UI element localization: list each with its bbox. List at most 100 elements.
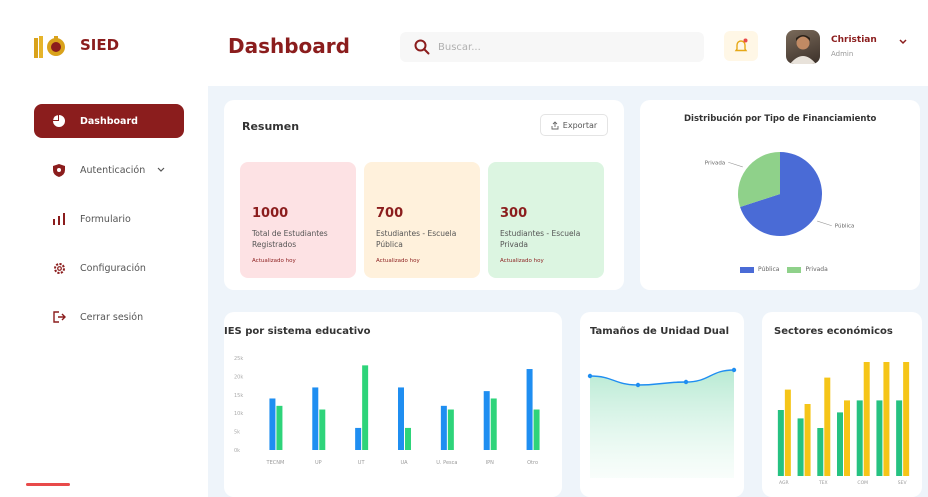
unidad-dual-card: Tamaños de Unidad Dual bbox=[580, 312, 744, 497]
line-point[interactable] bbox=[587, 373, 593, 379]
bar[interactable] bbox=[844, 400, 850, 476]
legend-label: Privada bbox=[805, 266, 828, 273]
bar[interactable] bbox=[440, 405, 447, 450]
sidebar-item-label: Autenticación bbox=[80, 164, 146, 176]
search-bar[interactable] bbox=[400, 32, 704, 62]
legend-swatch-privada bbox=[787, 266, 802, 273]
stat-label: Estudiantes - Escuela Pública bbox=[376, 229, 457, 249]
pie-leader-line bbox=[728, 161, 743, 168]
ies-bar-chart: 25k 20k 15k 10k 5k 0k TECNM UP UT UA U. Pesca IPN Ot… bbox=[234, 356, 540, 466]
x-tick-label: IPN bbox=[486, 460, 494, 466]
user-photo-icon bbox=[790, 35, 816, 64]
app-logo-text: SIED bbox=[80, 36, 120, 54]
bar[interactable] bbox=[526, 369, 533, 450]
stat-value: 300 bbox=[500, 206, 528, 221]
ies-chart-card: IES por sistema educativo 25k 20k 15k 10k 5k… bbox=[224, 312, 562, 497]
x-tick-label: TEX bbox=[818, 480, 828, 486]
bar[interactable] bbox=[863, 362, 870, 476]
legend-swatch-publica bbox=[740, 266, 754, 273]
pie-leader-line bbox=[817, 220, 832, 227]
pie-slice-label: Pública bbox=[835, 223, 855, 230]
sidebar-item-cerrar-sesion[interactable]: Cerrar sesión bbox=[34, 300, 184, 334]
bar[interactable] bbox=[483, 391, 490, 450]
x-tick-label: U. Pesca bbox=[436, 460, 457, 466]
line-point[interactable] bbox=[683, 379, 689, 385]
y-tick-label: 10k bbox=[234, 411, 243, 417]
resumen-title: Resumen bbox=[242, 120, 300, 133]
pie-chart: Pública Privada bbox=[705, 152, 855, 236]
sidebar-item-label: Dashboard bbox=[80, 115, 138, 127]
bar[interactable] bbox=[490, 398, 497, 450]
export-icon bbox=[551, 120, 559, 129]
bar[interactable] bbox=[362, 365, 369, 450]
sidebar-item-dashboard[interactable]: Dashboard bbox=[34, 104, 184, 138]
notifications-button[interactable] bbox=[724, 31, 758, 61]
sidebar-item-configuracion[interactable]: Configuración bbox=[34, 251, 184, 285]
stat-label: Estudiantes - Escuela Privada bbox=[500, 229, 581, 249]
export-button[interactable]: Exportar bbox=[540, 114, 608, 136]
line-point[interactable] bbox=[635, 382, 641, 388]
bar[interactable] bbox=[883, 362, 890, 476]
bar[interactable] bbox=[804, 404, 811, 476]
bar[interactable] bbox=[319, 409, 326, 450]
x-tick-label: UP bbox=[315, 460, 322, 466]
shield-icon bbox=[52, 163, 66, 177]
stat-card-total: 1000 Total de Estudiantes Registrados Ac… bbox=[240, 162, 356, 278]
x-tick-label: SEV bbox=[898, 480, 908, 486]
bar[interactable] bbox=[312, 387, 319, 450]
x-tick-label: UA bbox=[400, 460, 408, 466]
stat-value: 700 bbox=[376, 206, 404, 221]
logo-icon bbox=[34, 36, 65, 58]
pie-legend: Pública Privada bbox=[740, 266, 828, 273]
bar[interactable] bbox=[856, 400, 863, 476]
bar[interactable] bbox=[276, 405, 283, 450]
bar[interactable] bbox=[447, 409, 454, 450]
stat-updated: Actualizado hoy bbox=[376, 258, 420, 264]
bar[interactable] bbox=[405, 427, 411, 450]
x-tick-label: UT bbox=[358, 460, 366, 466]
bar[interactable] bbox=[876, 400, 883, 476]
line-area bbox=[590, 370, 734, 478]
chevron-down-icon[interactable] bbox=[898, 38, 908, 46]
avatar[interactable] bbox=[786, 30, 820, 64]
user-name[interactable]: Christian bbox=[831, 35, 877, 45]
sidebar-item-label: Formulario bbox=[80, 213, 131, 225]
bar[interactable] bbox=[398, 387, 404, 450]
bar[interactable] bbox=[533, 409, 540, 450]
sidebar-item-formulario[interactable]: Formulario bbox=[34, 202, 184, 236]
bar[interactable] bbox=[355, 427, 362, 450]
ies-chart-title: IES por sistema educativo bbox=[224, 326, 371, 337]
bar[interactable] bbox=[797, 418, 804, 476]
sectores-bar-chart: AGR TEX COM SEV bbox=[777, 362, 910, 486]
pie-chart-title: Distribución por Tipo de Financiamiento bbox=[684, 114, 877, 124]
y-tick-label: 25k bbox=[234, 356, 243, 362]
line-point[interactable] bbox=[731, 367, 737, 373]
bar[interactable] bbox=[837, 412, 843, 476]
bell-icon bbox=[734, 38, 748, 52]
x-tick-label: COM bbox=[857, 480, 868, 486]
stat-updated: Actualizado hoy bbox=[252, 258, 296, 264]
pie-chart-card: Distribución por Tipo de Financiamiento … bbox=[640, 100, 920, 290]
bar[interactable] bbox=[824, 377, 831, 476]
search-icon bbox=[414, 39, 430, 55]
sectores-chart-title: Sectores económicos bbox=[774, 326, 893, 337]
sectores-card: Sectores económicos AGR TEX COM SEV bbox=[762, 312, 922, 497]
bar[interactable] bbox=[903, 362, 910, 476]
logout-icon bbox=[52, 310, 66, 324]
stat-card-publica: 700 Estudiantes - Escuela Pública Actual… bbox=[364, 162, 480, 278]
bar[interactable] bbox=[896, 400, 903, 476]
export-label: Exportar bbox=[562, 120, 598, 130]
search-input[interactable] bbox=[438, 38, 688, 56]
bar[interactable] bbox=[817, 428, 824, 476]
x-tick-label: AGR bbox=[779, 480, 789, 486]
bar-chart-icon bbox=[52, 212, 66, 226]
sidebar-item-autenticacion[interactable]: Autenticación bbox=[34, 153, 184, 187]
bar[interactable] bbox=[784, 389, 791, 476]
x-tick-label: Otro bbox=[527, 460, 538, 466]
stat-updated: Actualizado hoy bbox=[500, 258, 544, 264]
bar[interactable] bbox=[269, 398, 276, 450]
scroll-indicator bbox=[26, 483, 70, 486]
bar[interactable] bbox=[777, 410, 784, 476]
chevron-down-icon[interactable] bbox=[157, 167, 165, 173]
gear-icon bbox=[52, 261, 66, 275]
